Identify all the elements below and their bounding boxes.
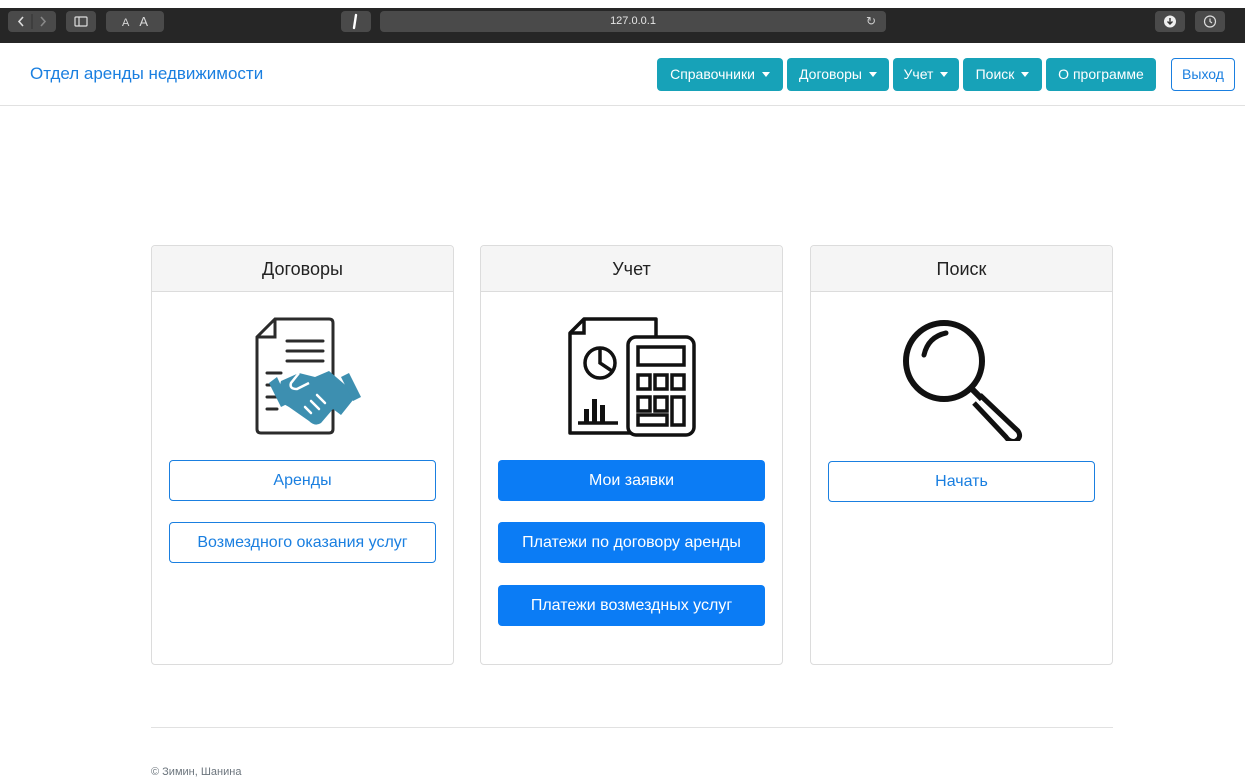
contracts-card: Договоры Аренды Возмездного оказания усл… xyxy=(151,245,454,665)
accounting-card-title: Учет xyxy=(481,246,782,292)
search-card-title: Поиск xyxy=(811,246,1112,292)
window-edge xyxy=(0,0,1245,8)
caret-down-icon xyxy=(868,72,877,77)
contract-handshake-icon xyxy=(255,317,361,435)
clock-icon xyxy=(1203,15,1217,28)
menu-directories-label: Справочники xyxy=(670,66,755,82)
search-card: Поиск Начать xyxy=(810,245,1113,665)
menu-search[interactable]: Поиск xyxy=(963,58,1042,91)
sidebar-button[interactable] xyxy=(66,11,96,32)
caret-down-icon xyxy=(940,72,949,77)
menu-about[interactable]: О программе xyxy=(1046,58,1156,91)
caret-down-icon xyxy=(761,72,770,77)
url-text: 127.0.0.1 xyxy=(610,15,656,27)
logout-button[interactable]: Выход xyxy=(1171,58,1235,91)
font-small-label[interactable]: A xyxy=(122,17,129,29)
brand-link[interactable]: Отдел аренды недвижимости xyxy=(30,64,263,84)
my-requests-button[interactable]: Мои заявки xyxy=(498,460,765,501)
menu-search-label: Поиск xyxy=(975,66,1015,82)
address-bar[interactable]: 127.0.0.1 ↻ xyxy=(380,11,886,32)
history-button[interactable] xyxy=(1195,11,1225,32)
contracts-card-title: Договоры xyxy=(152,246,453,292)
back-forward-icon xyxy=(17,14,47,29)
rent-contracts-button[interactable]: Аренды xyxy=(169,460,436,501)
menu-directories[interactable]: Справочники xyxy=(657,58,783,91)
text-size-buttons[interactable]: AA xyxy=(106,11,164,32)
rent-payments-button[interactable]: Платежи по договору аренды xyxy=(498,522,765,563)
browser-toolbar: AA 127.0.0.1 ↻ xyxy=(0,0,1245,43)
report-calculator-icon xyxy=(567,317,696,437)
font-large-label[interactable]: A xyxy=(139,14,148,29)
footer-divider xyxy=(151,727,1113,728)
back-forward-buttons[interactable] xyxy=(8,11,56,32)
downloads-button[interactable] xyxy=(1155,11,1185,32)
navbar: Отдел аренды недвижимости Справочники До… xyxy=(0,43,1245,106)
reload-icon[interactable]: ↻ xyxy=(866,11,876,32)
menu-contracts[interactable]: Договоры xyxy=(787,58,889,91)
accounting-card: Учет Мои заявки Платежи по договору арен… xyxy=(480,245,783,665)
start-search-button[interactable]: Начать xyxy=(828,461,1095,502)
sidebar-icon xyxy=(74,16,88,27)
download-icon xyxy=(1164,15,1176,28)
footer-copyright: © Зимин, Шанина xyxy=(151,766,242,778)
reader-button[interactable] xyxy=(341,11,371,32)
menu-about-label: О программе xyxy=(1058,66,1144,82)
service-payments-button[interactable]: Платежи возмездных услуг xyxy=(498,585,765,626)
menu-accounting[interactable]: Учет xyxy=(893,58,959,91)
magnifier-icon xyxy=(902,320,1022,441)
services-contracts-button[interactable]: Возмездного оказания услуг xyxy=(169,522,436,563)
reader-icon xyxy=(352,13,358,30)
caret-down-icon xyxy=(1021,72,1030,77)
menu-accounting-label: Учет xyxy=(903,66,934,82)
menu-contracts-label: Договоры xyxy=(799,66,862,82)
